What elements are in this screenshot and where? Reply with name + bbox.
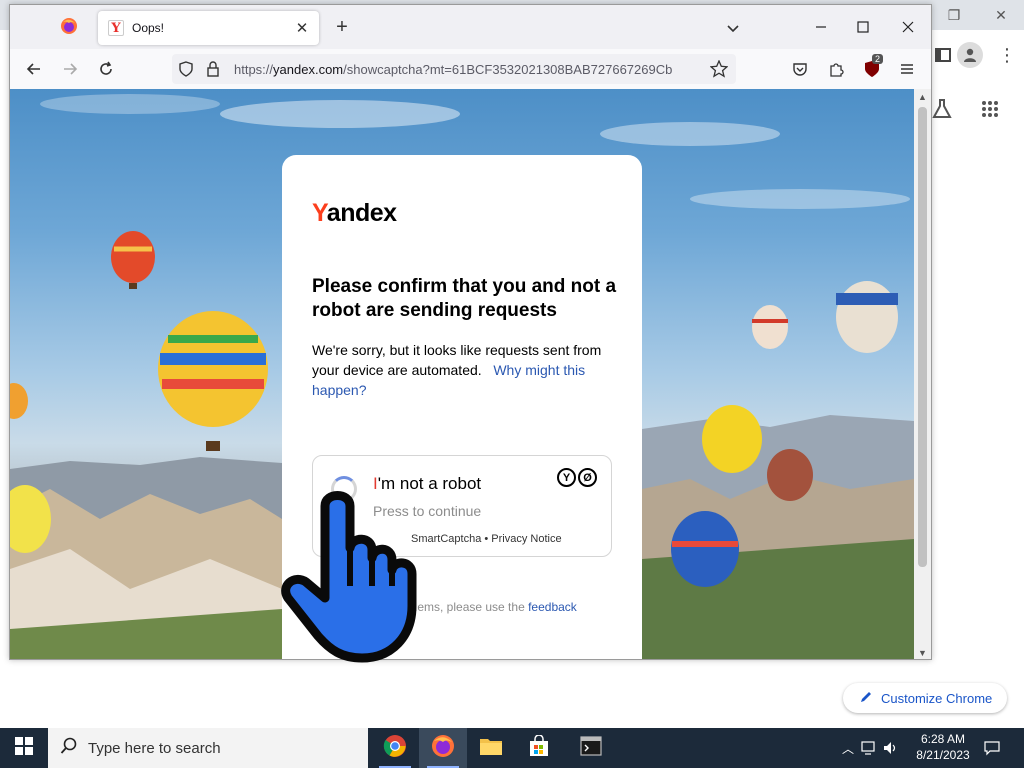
customize-chrome-button[interactable]: Customize Chrome [843,683,1007,713]
firefox-view-button[interactable] [54,16,84,40]
profile-avatar-icon[interactable] [957,42,983,68]
yandex-favicon-icon: Y [108,20,124,36]
system-tray: ︿ [838,728,902,768]
yandex-logo: Yandex [312,199,397,227]
tab-strip: Y Oops! ✕ + [10,5,931,49]
firefox-icon [431,734,455,763]
page-viewport: Yandex Please confirm that you and not a… [10,89,914,659]
more-menu-icon[interactable]: ⋮ [994,42,1020,68]
minimize-icon[interactable] [806,15,836,39]
maximize-icon[interactable] [848,15,878,39]
taskbar-search-box[interactable]: Type here to search [48,728,368,768]
side-panel-icon[interactable] [930,42,956,68]
explanation-text: We're sorry, but it looks like requests … [312,342,602,398]
taskbar-terminal[interactable] [567,728,615,768]
firefox-window: Y Oops! ✕ + https://yandex.com/showcaptc… [9,4,932,660]
terminal-window-icon [580,735,602,761]
ublock-origin-icon[interactable]: 2 [859,54,885,82]
list-all-tabs-icon[interactable] [722,17,744,39]
scroll-thumb[interactable] [918,107,927,567]
forward-arrow-icon[interactable] [57,56,83,82]
navigation-toolbar: https://yandex.com/showcaptcha?mt=61BCF3… [10,49,931,89]
captcha-footer: SmartCaptcha • Privacy Notice [411,533,562,545]
labs-flask-icon[interactable] [929,96,955,122]
feedback-link[interactable]: feedback [528,600,577,614]
start-button[interactable] [0,728,48,768]
store-bag-icon [528,733,550,762]
customize-chrome-label: Customize Chrome [881,690,993,706]
reload-icon[interactable] [93,56,119,82]
smartcaptcha-link[interactable]: SmartCaptcha [411,533,481,545]
page-heading: Please confirm that you and not a robot … [312,276,617,321]
yandex-circle-logo-icon: Y [557,468,576,487]
close-icon[interactable]: ✕ [987,4,1015,26]
tracking-shield-icon[interactable] [178,61,194,82]
pointing-hand-cursor-icon [280,486,420,664]
taskbar-microsoft-store[interactable] [515,728,563,768]
taskbar-clock[interactable]: 6:28 AM 8/21/2023 [912,731,974,763]
new-tab-button[interactable]: + [330,15,354,39]
clock-time: 6:28 AM [920,732,966,746]
hamburger-menu-icon[interactable] [894,56,920,82]
windows-logo-icon [15,736,33,760]
padlock-icon[interactable] [206,61,220,82]
clock-date: 8/21/2023 [916,748,970,762]
search-icon [60,737,78,760]
pocket-icon[interactable] [787,56,813,82]
show-hidden-icons-chevron-icon[interactable]: ︿ [838,740,858,757]
search-placeholder: Type here to search [88,739,221,757]
network-icon[interactable] [858,741,880,755]
url-bar[interactable]: https://yandex.com/showcaptcha?mt=61BCF3… [172,54,736,84]
tab-oops[interactable]: Y Oops! ✕ [98,11,319,45]
chrome-icon [383,734,407,763]
taskbar-file-explorer[interactable] [467,728,515,768]
windows-taskbar: Type here to search ︿ 6:28 AM 8/21/2023 [0,728,1024,768]
back-arrow-icon[interactable] [21,56,47,82]
bookmark-star-icon[interactable] [709,59,729,83]
apps-grid-icon[interactable] [977,96,1003,122]
folder-icon [479,736,503,761]
scroll-up-arrow-icon[interactable]: ▲ [918,92,927,102]
pencil-icon [859,690,873,707]
taskbar-chrome[interactable] [371,728,419,768]
privacy-notice-link[interactable]: Privacy Notice [491,533,561,545]
volume-icon[interactable] [880,741,902,755]
taskbar-firefox[interactable] [419,728,467,768]
smartcaptcha-logos: Y Ø [557,468,597,487]
extensions-puzzle-icon[interactable] [823,56,849,82]
vertical-scrollbar[interactable]: ▲ ▼ [914,89,931,659]
window-close-icon[interactable] [893,15,923,39]
url-text: https://yandex.com/showcaptcha?mt=61BCF3… [234,62,673,77]
restore-icon[interactable]: ❐ [940,4,968,26]
close-tab-icon[interactable]: ✕ [293,19,311,37]
tab-title: Oops! [132,21,165,35]
notifications-icon[interactable] [980,728,1004,768]
firefox-logo-icon [60,17,78,40]
ublock-badge: 2 [872,54,884,64]
scroll-down-arrow-icon[interactable]: ▼ [918,648,927,658]
slash-circle-logo-icon: Ø [578,468,597,487]
